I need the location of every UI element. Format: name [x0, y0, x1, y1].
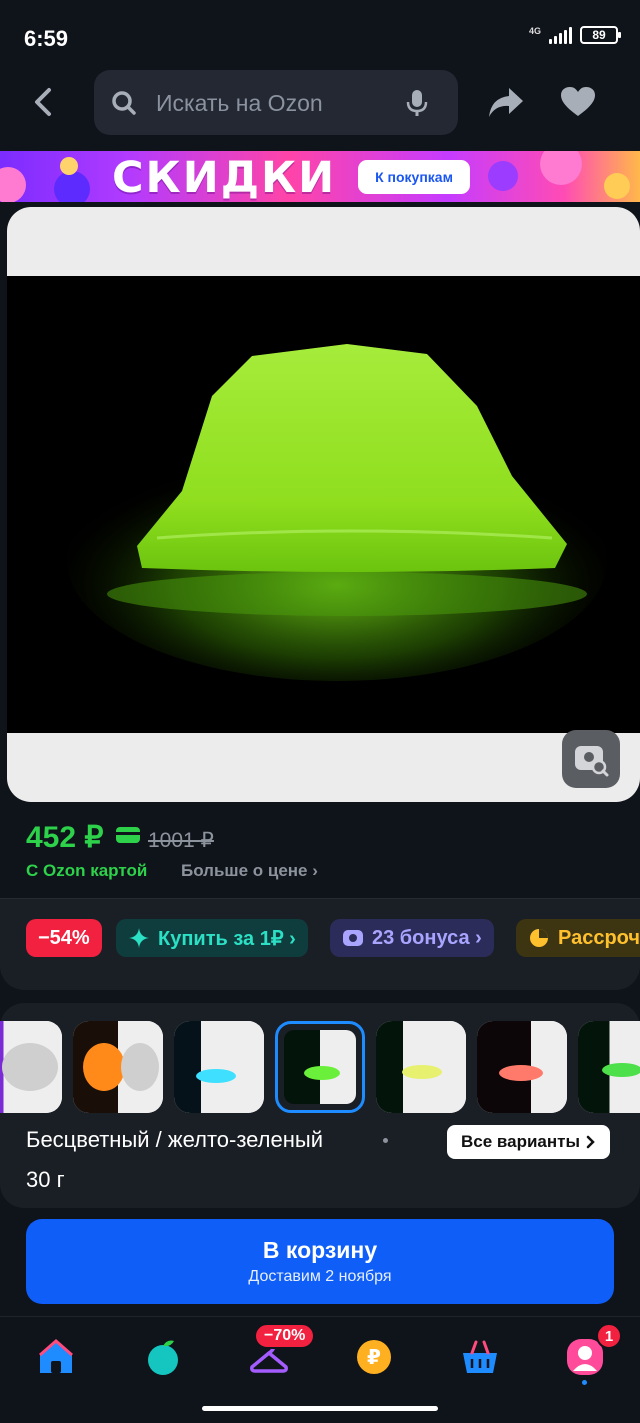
image-search-icon: [575, 746, 609, 777]
powder-pile: [121, 1043, 159, 1091]
variant-thumb[interactable]: [174, 1021, 264, 1113]
all-variants-button[interactable]: Все варианты: [447, 1125, 610, 1159]
ozon-card-icon: [116, 827, 140, 843]
product-image[interactable]: [7, 276, 640, 733]
back-button[interactable]: [26, 84, 62, 120]
all-variants-label: Все варианты: [461, 1132, 580, 1151]
product-gallery[interactable]: [7, 207, 640, 802]
glow-sample-red: [499, 1065, 543, 1081]
bonus-chip[interactable]: 23 бонуса ›: [330, 919, 494, 957]
ruble-coin-icon: ₽: [357, 1340, 391, 1374]
separator-dot: [383, 1138, 388, 1143]
bonus-label: 23 бонуса ›: [372, 926, 482, 949]
banner-shop-button[interactable]: К покупкам: [358, 160, 470, 194]
installment-icon: [530, 929, 548, 947]
buy-for-1-label: Купить за 1₽ ›: [158, 927, 296, 950]
promo-banner[interactable]: СКИДКИ К покупкам: [0, 151, 640, 202]
glow-sample-green: [602, 1063, 640, 1077]
search-placeholder: Искать на Ozon: [156, 90, 323, 116]
share-button[interactable]: [487, 86, 525, 125]
home-icon: [39, 1339, 73, 1373]
decor-bubble: [540, 151, 582, 185]
search-input[interactable]: Искать на Ozon: [94, 70, 458, 135]
profile-notification-badge: 1: [596, 1323, 622, 1349]
glow-sample-green: [304, 1066, 340, 1080]
back-arrow-icon: [35, 88, 51, 116]
fruit-icon: [148, 1340, 178, 1375]
variant-thumb-selected[interactable]: [275, 1021, 365, 1113]
sparkle-icon: [129, 928, 149, 948]
share-icon: [489, 88, 523, 117]
nav-home[interactable]: [36, 1337, 76, 1377]
glowing-powder-photo: [67, 344, 607, 681]
favorite-button[interactable]: [560, 86, 596, 123]
decor-bubble: [54, 171, 90, 202]
svg-text:₽: ₽: [367, 1345, 381, 1369]
chevron-right-icon: [586, 1135, 595, 1149]
promo-chips: −54% Купить за 1₽ › 23 бонуса › Рассроч: [0, 898, 640, 990]
microphone-icon[interactable]: [406, 89, 428, 117]
old-price: 1001 ₽: [148, 829, 214, 852]
active-tab-indicator: [582, 1380, 587, 1385]
search-icon: [112, 91, 136, 115]
more-about-price-link[interactable]: Больше о цене ›: [181, 861, 318, 881]
glow-sample-blue: [196, 1069, 236, 1083]
image-search-button[interactable]: [562, 730, 620, 788]
buy-for-1-ruble-chip[interactable]: Купить за 1₽ ›: [116, 919, 308, 957]
variant-thumb[interactable]: [0, 1021, 62, 1113]
add-to-cart-button[interactable]: В корзину Доставим 2 ноября: [26, 1219, 614, 1304]
decor-bubble: [0, 167, 26, 202]
sale-badge: −70%: [254, 1323, 316, 1349]
variant-thumb[interactable]: [376, 1021, 466, 1113]
status-bar: 6:59 4G 89: [0, 0, 640, 70]
delivery-date: Доставим 2 ноября: [248, 1268, 392, 1285]
variant-weight: 30 г: [26, 1167, 65, 1192]
variant-name: Бесцветный / желто-зеленый: [26, 1127, 323, 1152]
installment-label: Рассроч: [558, 926, 640, 949]
nav-fresh[interactable]: [143, 1337, 183, 1377]
banner-title: СКИДКИ: [112, 153, 337, 202]
current-price: 452 ₽: [26, 821, 104, 854]
variant-thumb[interactable]: [73, 1021, 163, 1113]
basket-icon: [463, 1340, 497, 1373]
ozon-card-label: С Ozon картой: [26, 861, 148, 880]
decor-bubble: [60, 157, 78, 175]
signal-icon: [549, 26, 572, 44]
variants-section: Бесцветный / желто-зеленый Все варианты …: [0, 1003, 640, 1208]
bonus-icon: [343, 930, 363, 946]
status-time: 6:59: [24, 26, 69, 51]
heart-icon: [561, 87, 595, 116]
powder-pile: [2, 1043, 58, 1091]
network-type: 4G: [528, 25, 541, 36]
nav-cart[interactable]: [460, 1337, 500, 1377]
variant-thumb[interactable]: [477, 1021, 567, 1113]
powder-pile-orange: [83, 1043, 125, 1091]
home-indicator[interactable]: [202, 1406, 438, 1411]
discount-chip[interactable]: −54%: [26, 919, 102, 957]
decor-bubble: [488, 161, 518, 191]
decor-bubble: [604, 173, 630, 199]
status-indicators: 4G 89: [528, 25, 621, 44]
add-to-cart-label: В корзину: [262, 1237, 378, 1263]
battery-icon: 89: [580, 26, 621, 44]
nav-finance[interactable]: ₽: [354, 1337, 394, 1377]
installment-chip[interactable]: Рассроч: [516, 919, 640, 957]
variant-thumb[interactable]: [578, 1021, 640, 1113]
glow-sample-yellow: [402, 1065, 442, 1079]
top-bar: Искать на Ozon: [0, 70, 640, 136]
